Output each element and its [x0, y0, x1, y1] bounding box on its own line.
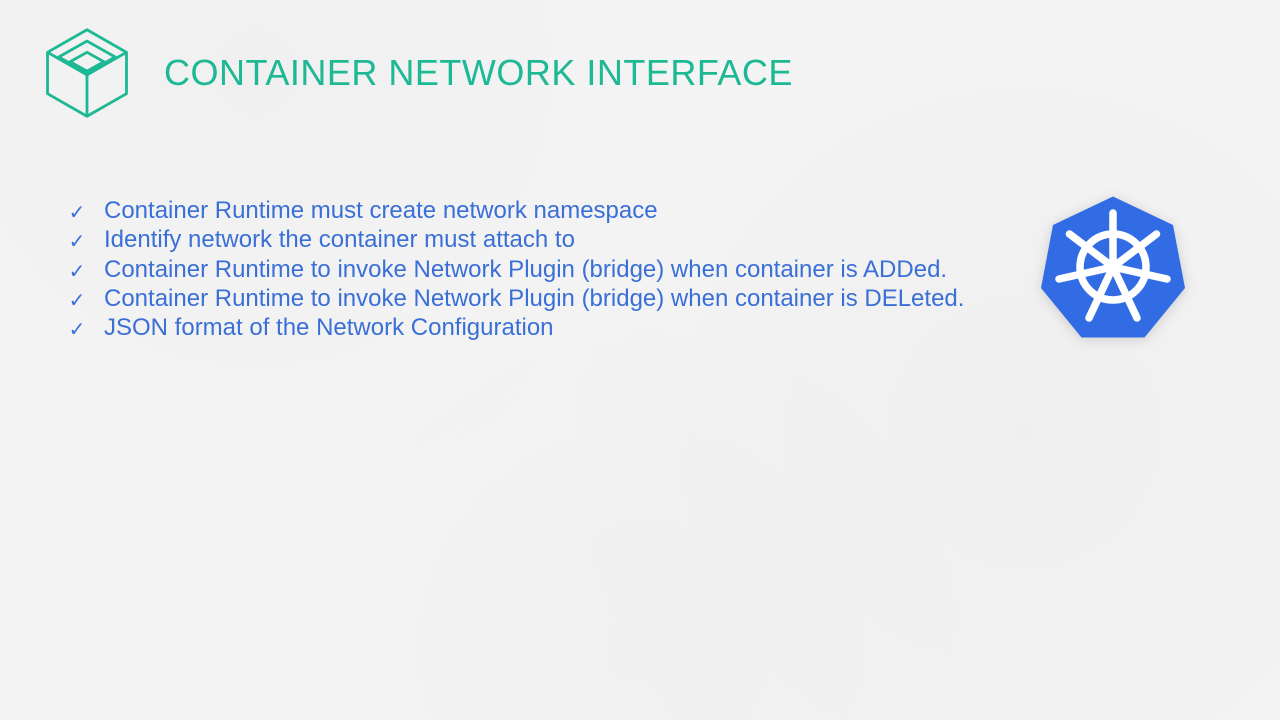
checkmark-icon: ✓ — [68, 201, 86, 225]
slide-title: CONTAINER NETWORK INTERFACE — [164, 52, 793, 94]
slide-header: CONTAINER NETWORK INTERFACE — [40, 26, 793, 120]
list-item: ✓ Identify network the container must at… — [68, 225, 1050, 254]
bullet-text: Container Runtime to invoke Network Plug… — [104, 284, 964, 313]
checkmark-icon: ✓ — [68, 230, 86, 254]
checkmark-icon: ✓ — [68, 260, 86, 284]
list-item: ✓ Container Runtime must create network … — [68, 196, 1050, 225]
kubernetes-wheel-logo-icon — [1036, 192, 1190, 342]
bullet-text: JSON format of the Network Configuration — [104, 313, 554, 342]
checkmark-icon: ✓ — [68, 289, 86, 313]
checkmark-icon: ✓ — [68, 318, 86, 342]
bullet-list: ✓ Container Runtime must create network … — [68, 196, 1050, 342]
bullet-text: Container Runtime to invoke Network Plug… — [104, 255, 947, 284]
list-item: ✓ JSON format of the Network Configurati… — [68, 313, 1050, 342]
list-item: ✓ Container Runtime to invoke Network Pl… — [68, 284, 1050, 313]
bullet-text: Identify network the container must atta… — [104, 225, 575, 254]
list-item: ✓ Container Runtime to invoke Network Pl… — [68, 255, 1050, 284]
cni-cube-logo-icon — [40, 26, 134, 120]
bullet-text: Container Runtime must create network na… — [104, 196, 658, 225]
